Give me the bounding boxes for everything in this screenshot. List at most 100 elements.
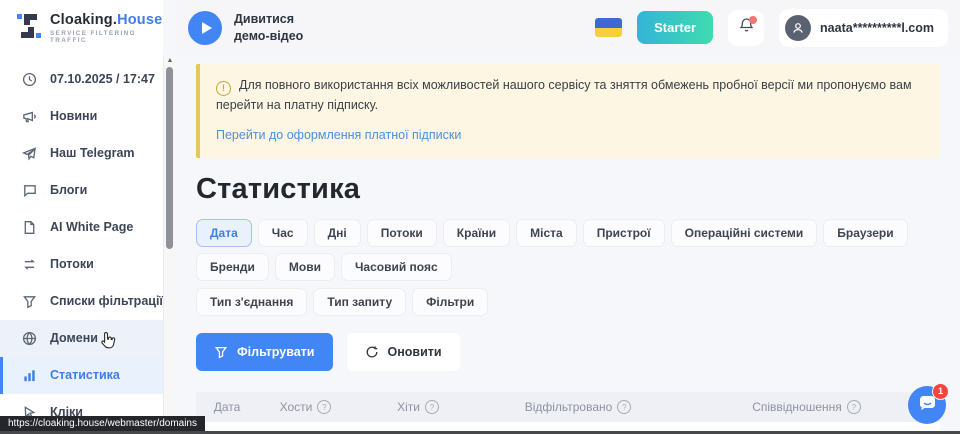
- tab-devices[interactable]: Пристрої: [583, 219, 665, 247]
- column-label: Відфільтровано: [525, 400, 613, 414]
- tab-cities[interactable]: Міста: [516, 219, 577, 247]
- column-label: Хости: [280, 400, 313, 414]
- telegram-icon: [21, 145, 37, 161]
- brand-name: Cloaking.House: [50, 13, 163, 28]
- tab-languages[interactable]: Мови: [275, 253, 335, 281]
- mouse-hand-cursor: [100, 331, 117, 351]
- flag-blue-stripe: [595, 18, 622, 28]
- account-menu[interactable]: naata**********l.com: [779, 9, 948, 47]
- sidebar-item-label: Блоги: [50, 183, 87, 197]
- account-email: naata**********l.com: [820, 21, 934, 35]
- sidebar-item-label: Статистика: [50, 368, 120, 382]
- tab-streams[interactable]: Потоки: [367, 219, 437, 247]
- info-circle-icon: !: [216, 81, 231, 96]
- browser-status-url: https://cloaking.house/webmaster/domains: [0, 416, 205, 431]
- scrollbar-up-arrow-icon[interactable]: ▲: [164, 56, 176, 66]
- plan-starter-button[interactable]: Starter: [637, 11, 713, 44]
- clock-icon: [21, 71, 37, 87]
- notification-dot: [749, 16, 757, 24]
- column-label: Хіти: [397, 400, 420, 414]
- sidebar-item-datetime: 07.10.2025 / 17:47: [0, 61, 163, 98]
- sidebar: Cloaking.House SERVICE FILTERING TRAFFIC…: [0, 0, 163, 434]
- stats-tabs-row-1: Дата Час Дні Потоки Країни Міста Пристро…: [196, 219, 940, 281]
- sidebar-item-news[interactable]: Новини: [0, 98, 163, 135]
- help-icon[interactable]: ?: [617, 400, 631, 414]
- actions-row: Фільтрувати Оновити: [196, 333, 940, 371]
- ukraine-flag-icon[interactable]: [595, 18, 622, 37]
- top-bar: Дивитися демо-відео Starter naata*******…: [176, 0, 960, 55]
- filter-button-label: Фільтрувати: [237, 345, 315, 359]
- column-header-date: Дата: [196, 400, 258, 414]
- filter-button[interactable]: Фільтрувати: [196, 333, 333, 371]
- sidebar-item-label: Потоки: [50, 257, 94, 271]
- column-header-filtered: Відфільтровано ?: [483, 400, 673, 414]
- app-window: Cloaking.House SERVICE FILTERING TRAFFIC…: [0, 0, 960, 434]
- column-label: Дата: [214, 400, 241, 414]
- sidebar-item-statistics[interactable]: Статистика: [0, 357, 163, 394]
- megaphone-icon: [21, 108, 37, 124]
- globe-icon: [21, 330, 37, 346]
- sidebar-item-streams[interactable]: Потоки: [0, 246, 163, 283]
- sidebar-item-filter-lists[interactable]: Списки фільтрації: [0, 283, 163, 320]
- tab-operating-systems[interactable]: Операційні системи: [671, 219, 818, 247]
- brand-name-dark: Cloaking.: [50, 12, 117, 28]
- tab-time[interactable]: Час: [258, 219, 308, 247]
- help-icon[interactable]: ?: [847, 400, 861, 414]
- brand-logo[interactable]: Cloaking.House SERVICE FILTERING TRAFFIC: [0, 0, 163, 45]
- help-icon[interactable]: ?: [317, 400, 331, 414]
- tab-browsers[interactable]: Браузери: [823, 219, 907, 247]
- play-icon: [202, 22, 212, 34]
- sidebar-item-label: 07.10.2025 / 17:47: [50, 72, 155, 86]
- help-icon[interactable]: ?: [425, 400, 439, 414]
- demo-video-label[interactable]: Дивитися демо-відео: [234, 11, 303, 44]
- tab-request-type[interactable]: Тип запиту: [313, 288, 406, 316]
- tab-days[interactable]: Дні: [314, 219, 361, 247]
- sidebar-item-label: Наш Telegram: [50, 146, 135, 160]
- sidebar-item-ai-white-page[interactable]: AI White Page: [0, 209, 163, 246]
- page-icon: [21, 219, 37, 235]
- demo-video-label-line1: Дивитися: [234, 11, 303, 27]
- brand-tagline: SERVICE FILTERING TRAFFIC: [50, 31, 163, 44]
- sidebar-menu: 07.10.2025 / 17:47 Новини Наш Telegram Б…: [0, 61, 163, 431]
- tab-timezone[interactable]: Часовий пояс: [341, 253, 452, 281]
- sidebar-item-telegram[interactable]: Наш Telegram: [0, 135, 163, 172]
- chat-widget-button[interactable]: 1: [908, 386, 946, 424]
- sidebar-item-domains[interactable]: Домени: [0, 320, 163, 357]
- tab-connection-type[interactable]: Тип з'єднання: [196, 288, 307, 316]
- stats-table-header: Дата Хости ? Хіти ? Відфільтровано ? Спі…: [196, 392, 940, 422]
- sidebar-scrollbar[interactable]: ▲ ▼: [163, 55, 176, 434]
- column-label: Співвідношення: [752, 400, 842, 414]
- streams-icon: [21, 256, 37, 272]
- stats-table: Дата Хости ? Хіти ? Відфільтровано ? Спі…: [196, 392, 940, 434]
- banner-text-row: !Для повного використання всіх можливост…: [216, 76, 924, 116]
- page-title: Статистика: [196, 173, 940, 206]
- tab-filters[interactable]: Фільтри: [412, 288, 488, 316]
- chat-bubble-icon: [21, 182, 37, 198]
- column-header-hosts: Хости ?: [258, 400, 353, 414]
- stats-tabs-row-2: Тип з'єднання Тип запиту Фільтри: [196, 288, 940, 316]
- scrollbar-thumb[interactable]: [166, 67, 173, 249]
- tab-countries[interactable]: Країни: [443, 219, 510, 247]
- notifications-button[interactable]: [728, 10, 764, 46]
- demo-video-label-line2: демо-відео: [234, 28, 303, 44]
- subscribe-link[interactable]: Перейти до оформлення платної підписки: [216, 126, 461, 145]
- brand-name-accent: House: [117, 12, 162, 28]
- refresh-button-label: Оновити: [388, 345, 442, 359]
- demo-video-play-button[interactable]: [188, 11, 222, 45]
- flag-yellow-stripe: [595, 28, 622, 38]
- funnel-icon: [21, 293, 37, 309]
- top-bar-right: Starter naata**********l.com: [595, 9, 948, 47]
- user-icon: [785, 15, 811, 41]
- trial-warning-banner: !Для повного використання всіх можливост…: [196, 64, 940, 158]
- column-header-ratio: Співвідношення ?: [673, 400, 940, 414]
- funnel-icon: [214, 345, 228, 359]
- refresh-icon: [365, 345, 379, 359]
- sidebar-item-blogs[interactable]: Блоги: [0, 172, 163, 209]
- bar-chart-icon: [21, 367, 37, 383]
- refresh-button[interactable]: Оновити: [347, 333, 460, 371]
- sidebar-item-label: AI White Page: [50, 220, 133, 234]
- tab-brands[interactable]: Бренди: [196, 253, 269, 281]
- sidebar-item-label: Списки фільтрації: [50, 294, 163, 308]
- banner-text: Для повного використання всіх можливосте…: [216, 78, 912, 112]
- tab-date[interactable]: Дата: [196, 219, 252, 247]
